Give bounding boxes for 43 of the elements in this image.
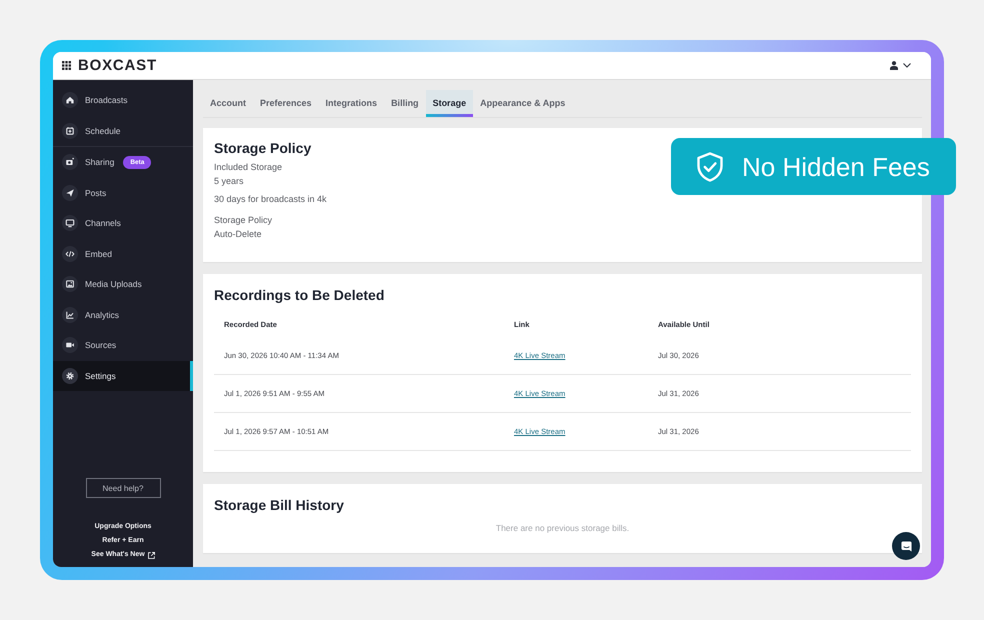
- sidebar-item[interactable]: Posts: [53, 178, 193, 208]
- sidebar-item[interactable]: Analytics: [53, 300, 193, 330]
- settings-tab[interactable]: Appearance & Apps: [473, 90, 572, 117]
- card-title: Storage Policy: [214, 140, 312, 156]
- sidebar-item[interactable]: Schedule: [53, 116, 193, 146]
- calendar-icon: [62, 122, 78, 139]
- sidebar-item[interactable]: Channels: [53, 208, 193, 238]
- line-chart-icon: [62, 306, 78, 323]
- field-note: 30 days for broadcasts in 4k: [214, 193, 327, 206]
- chevron-down-icon: [903, 63, 911, 68]
- image-icon: [62, 276, 78, 292]
- empty-message: There are no previous storage bills.: [496, 523, 630, 533]
- sidebar-item[interactable]: Sources: [53, 330, 193, 360]
- sidebar-item[interactable]: Media Uploads: [53, 269, 193, 300]
- field-label: Included Storage: [214, 161, 282, 174]
- settings-tab[interactable]: Integrations: [318, 90, 384, 117]
- chat-icon: [900, 540, 912, 552]
- monitor-icon: [62, 215, 78, 232]
- field-value: 5 years: [214, 175, 244, 188]
- settings-icon: [62, 368, 78, 384]
- card-title: Recordings to Be Deleted: [214, 287, 384, 303]
- person-icon: [890, 61, 898, 70]
- settings-tab[interactable]: Account: [203, 90, 253, 117]
- sidebar-item[interactable]: Broadcasts: [53, 85, 193, 116]
- field-value: Auto-Delete: [214, 228, 262, 241]
- video-camera-icon: [62, 337, 78, 354]
- settings-tab[interactable]: Storage: [426, 90, 474, 117]
- field-label: Storage Policy: [214, 214, 272, 227]
- grid-icon[interactable]: [62, 61, 71, 70]
- paper-plane-icon: [62, 184, 78, 201]
- shield-check-icon: [696, 152, 724, 182]
- card-title: Storage Bill History: [214, 497, 344, 513]
- camera-icon: [62, 154, 78, 170]
- code-icon: [62, 246, 78, 262]
- sidebar-item[interactable]: Settings: [53, 360, 193, 391]
- promo-text: No Hidden Fees: [742, 152, 930, 182]
- help-button[interactable]: Need help?: [86, 478, 160, 498]
- settings-tab[interactable]: Preferences: [253, 90, 319, 117]
- user-menu-button[interactable]: [890, 61, 911, 70]
- sidebar-item[interactable]: Embed: [53, 238, 193, 269]
- brand-logo[interactable]: BOXCAST: [78, 56, 157, 74]
- house-icon: [62, 92, 78, 108]
- settings-tab[interactable]: Billing: [384, 90, 426, 117]
